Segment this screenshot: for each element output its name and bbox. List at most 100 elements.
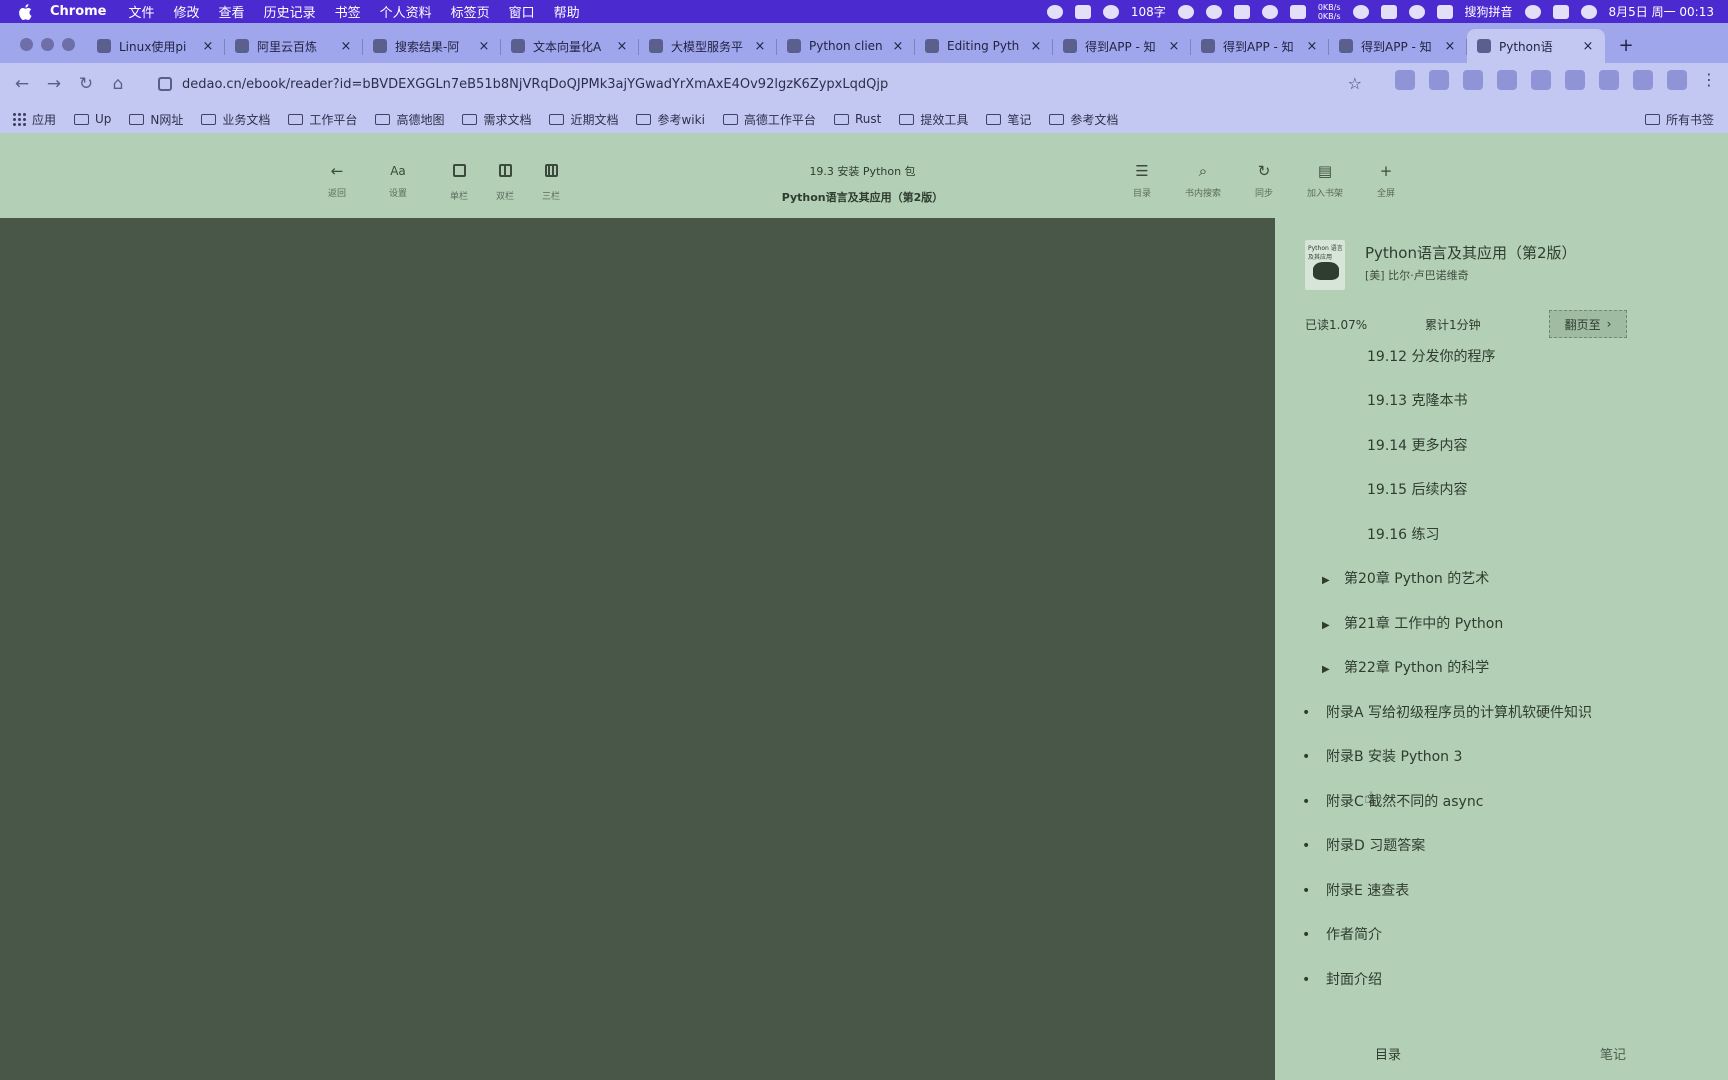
extension-icon[interactable]: [1395, 70, 1415, 90]
browser-tab[interactable]: 搜索结果-阿 ×: [363, 29, 501, 63]
extension-icon[interactable]: [1497, 70, 1517, 90]
bookmark-folder[interactable]: Up: [74, 112, 111, 126]
toc-appendix-item[interactable]: • 作者简介: [1302, 924, 1382, 944]
browser-tab[interactable]: Editing Pyth ×: [915, 29, 1053, 63]
bookmark-folder[interactable]: 参考wiki: [636, 111, 705, 128]
all-bookmarks[interactable]: 所有书签: [1644, 111, 1714, 128]
input-method[interactable]: 搜狗拼音: [1465, 3, 1513, 20]
user-icon[interactable]: [1352, 4, 1369, 19]
toc-chapter-item[interactable]: ▶ 第20章 Python 的艺术: [1322, 568, 1489, 588]
search-in-book-button[interactable]: ⌕ 书内搜索: [1178, 161, 1228, 199]
close-window-button[interactable]: [20, 38, 33, 51]
browser-tab[interactable]: 文本向量化A ×: [501, 29, 639, 63]
two-column-button[interactable]: 双栏: [480, 161, 530, 202]
toc-item[interactable]: 19.13 克隆本书: [1367, 390, 1468, 410]
tab-toc[interactable]: 目录: [1375, 1044, 1401, 1063]
extension-icon[interactable]: [1531, 70, 1551, 90]
menu-help[interactable]: 帮助: [554, 2, 580, 21]
toc-button[interactable]: ☰ 目录: [1117, 161, 1167, 199]
tab-notes[interactable]: 笔记: [1600, 1044, 1626, 1063]
feather-icon[interactable]: [1261, 4, 1278, 19]
new-tab-button[interactable]: +: [1615, 35, 1637, 57]
bookmark-star-icon[interactable]: ☆: [1348, 74, 1362, 93]
bookmark-folder[interactable]: 参考文档: [1049, 111, 1118, 128]
tab-close-icon[interactable]: ×: [1029, 39, 1043, 54]
tab-close-icon[interactable]: ×: [201, 39, 215, 54]
menu-profiles[interactable]: 个人资料: [380, 2, 432, 21]
browser-tab[interactable]: 得到APP - 知 ×: [1329, 29, 1467, 63]
record-icon[interactable]: [1046, 4, 1063, 19]
extension-icon[interactable]: [1633, 70, 1653, 90]
goto-page-button[interactable]: 翻页至 ›: [1549, 310, 1627, 338]
tab-close-icon[interactable]: ×: [753, 39, 767, 54]
browser-tab[interactable]: Linux使用pi ×: [87, 29, 225, 63]
toc-chapter-item[interactable]: ▶ 第22章 Python 的科学: [1322, 657, 1489, 677]
browser-tab[interactable]: 阿里云百炼 ×: [225, 29, 363, 63]
extension-icon[interactable]: [1429, 70, 1449, 90]
single-column-button[interactable]: 单栏: [434, 161, 484, 202]
zoom-window-button[interactable]: [62, 38, 75, 51]
address-bar[interactable]: dedao.cn/ebook/reader?id=bBVDEXGGLn7eB51…: [150, 68, 1370, 100]
toc-chapter-item[interactable]: ▶ 第21章 工作中的 Python: [1322, 613, 1503, 633]
more-menu-icon[interactable]: ⋮: [1701, 70, 1717, 90]
control-center-icon[interactable]: [1552, 4, 1569, 19]
menu-history[interactable]: 历史记录: [264, 2, 316, 21]
expand-triangle-icon[interactable]: ▶: [1322, 664, 1344, 675]
extension-icon[interactable]: [1565, 70, 1585, 90]
wifi-icon[interactable]: [1408, 4, 1425, 19]
back-button[interactable]: ← 返回: [312, 161, 362, 199]
tab-close-icon[interactable]: ×: [615, 39, 629, 54]
url-text[interactable]: dedao.cn/ebook/reader?id=bBVDEXGGLn7eB51…: [182, 77, 888, 92]
toc-appendix-item[interactable]: • 附录B 安装 Python 3: [1302, 746, 1462, 766]
minimize-window-button[interactable]: [41, 38, 54, 51]
menu-tabs[interactable]: 标签页: [451, 2, 490, 21]
tab-close-icon[interactable]: ×: [1167, 39, 1181, 54]
reload-icon[interactable]: ↻: [70, 68, 102, 100]
forward-icon[interactable]: →: [38, 68, 70, 100]
extension-icon[interactable]: [1463, 70, 1483, 90]
toc-item[interactable]: 19.16 练习: [1367, 524, 1440, 544]
tab-close-icon[interactable]: ×: [1443, 39, 1457, 54]
profile-avatar[interactable]: [1667, 70, 1687, 90]
search-icon[interactable]: [1524, 4, 1541, 19]
bookmark-apps[interactable]: 应用: [0, 111, 56, 128]
tab-close-icon[interactable]: ×: [1581, 39, 1595, 54]
apple-logo-icon[interactable]: [18, 3, 32, 20]
bookmark-folder[interactable]: 业务文档: [201, 111, 270, 128]
browser-tab[interactable]: Python clien ×: [777, 29, 915, 63]
back-icon[interactable]: ←: [6, 68, 38, 100]
toc-item[interactable]: 19.14 更多内容: [1367, 435, 1468, 455]
toc-appendix-item[interactable]: • 封面介绍: [1302, 969, 1382, 989]
three-column-button[interactable]: 三栏: [526, 161, 576, 202]
bookmark-folder[interactable]: 高德工作平台: [722, 111, 816, 128]
expand-triangle-icon[interactable]: ▶: [1322, 575, 1344, 586]
menu-view[interactable]: 查看: [219, 2, 245, 21]
menu-window[interactable]: 窗口: [509, 2, 535, 21]
bookmark-folder[interactable]: Rust: [833, 112, 881, 126]
toc-appendix-item[interactable]: • 附录E 速查表: [1302, 880, 1409, 900]
fullscreen-button[interactable]: + 全屏: [1361, 161, 1411, 199]
add-to-shelf-button[interactable]: ▤ 加入书架: [1300, 161, 1350, 199]
bookmark-folder[interactable]: 高德地图: [375, 111, 444, 128]
reading-area-overlay[interactable]: [0, 218, 1275, 1080]
site-info-icon[interactable]: [158, 77, 172, 91]
menu-edit[interactable]: 修改: [174, 2, 200, 21]
toc-item[interactable]: 19.15 后续内容: [1367, 479, 1468, 499]
expand-triangle-icon[interactable]: ▶: [1322, 620, 1344, 631]
tab-close-icon[interactable]: ×: [339, 39, 353, 54]
tab-close-icon[interactable]: ×: [477, 39, 491, 54]
bookmark-folder[interactable]: 近期文档: [549, 111, 618, 128]
bookmark-folder[interactable]: N网址: [129, 111, 183, 128]
cat-icon[interactable]: [1289, 4, 1306, 19]
bookmark-folder[interactable]: 需求文档: [462, 111, 531, 128]
toc-appendix-item[interactable]: • 附录C 截然不同的 async: [1302, 791, 1483, 811]
settings-button[interactable]: Aa 设置: [373, 161, 423, 199]
browser-tab[interactable]: 得到APP - 知 ×: [1191, 29, 1329, 63]
home-icon[interactable]: ⌂: [102, 68, 134, 100]
bookmark-folder[interactable]: 提效工具: [899, 111, 968, 128]
menu-app-chrome[interactable]: Chrome: [50, 4, 107, 19]
clock[interactable]: 8月5日 周一 00:13: [1609, 3, 1714, 20]
smile-icon[interactable]: [1177, 4, 1194, 19]
bookmark-folder[interactable]: 工作平台: [288, 111, 357, 128]
microphone-icon[interactable]: [1205, 4, 1222, 19]
